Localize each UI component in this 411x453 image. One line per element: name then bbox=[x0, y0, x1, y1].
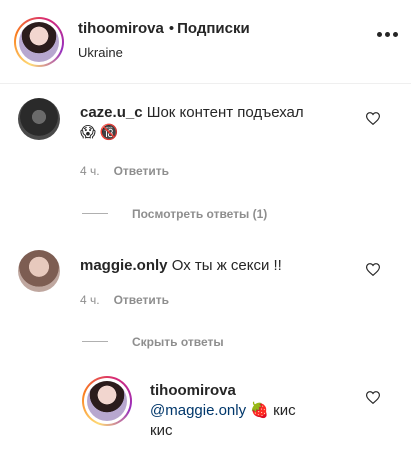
author-line: tihoomirova • Подписки bbox=[78, 20, 250, 37]
separator-dot: • bbox=[168, 20, 175, 37]
comment-body: maggie.only Ох ты ж секси !! bbox=[80, 256, 360, 276]
emoji-scream: 😱 bbox=[80, 124, 96, 142]
reply-text-line2: кис bbox=[150, 422, 173, 440]
view-replies-button[interactable]: Посмотреть ответы (1) bbox=[132, 207, 267, 221]
comment-time[interactable]: 4 ч. bbox=[80, 293, 100, 307]
comment-meta: 4 ч. Ответить bbox=[80, 164, 169, 178]
following-button[interactable]: Подписки bbox=[177, 20, 250, 37]
post-header: tihoomirova • Подписки Ukraine bbox=[0, 0, 411, 84]
commenter-username[interactable]: caze.u_c bbox=[80, 104, 143, 121]
emoji-eighteen: 🔞 bbox=[99, 124, 119, 142]
reply-button[interactable]: Ответить bbox=[114, 293, 169, 307]
author-username[interactable]: tihoomirova bbox=[78, 20, 164, 37]
reply-text: кис bbox=[273, 402, 296, 419]
comment-meta: 4 ч. Ответить bbox=[80, 293, 169, 307]
mention-link[interactable]: @maggie.only bbox=[150, 402, 246, 419]
emoji-strawberry: 🍓 bbox=[250, 402, 269, 420]
comment-text: Шок контент подъехал bbox=[146, 104, 304, 121]
divider-line bbox=[82, 213, 108, 214]
heart-outline-icon[interactable] bbox=[366, 112, 380, 125]
comment-time[interactable]: 4 ч. bbox=[80, 164, 100, 178]
reply-avatar[interactable] bbox=[82, 376, 132, 426]
divider-line bbox=[82, 341, 108, 342]
reply-username[interactable]: tihoomirova bbox=[150, 382, 236, 399]
commenter-avatar[interactable] bbox=[18, 250, 60, 292]
commenter-avatar[interactable] bbox=[18, 98, 60, 140]
reply-body: tihoomirova @maggie.only 🍓 кис кис bbox=[150, 381, 360, 441]
heart-outline-icon[interactable] bbox=[366, 391, 380, 404]
commenter-username[interactable]: maggie.only bbox=[80, 257, 168, 274]
comment-body: caze.u_c Шок контент подъехал 😱 🔞 bbox=[80, 103, 360, 143]
reply-button[interactable]: Ответить bbox=[114, 164, 169, 178]
hide-replies-button[interactable]: Скрыть ответы bbox=[132, 335, 224, 349]
more-horizontal-icon[interactable] bbox=[377, 32, 399, 38]
heart-outline-icon[interactable] bbox=[366, 263, 380, 276]
location-link[interactable]: Ukraine bbox=[78, 45, 123, 60]
author-avatar[interactable] bbox=[14, 17, 64, 67]
comment-text: Ох ты ж секси !! bbox=[171, 257, 282, 274]
